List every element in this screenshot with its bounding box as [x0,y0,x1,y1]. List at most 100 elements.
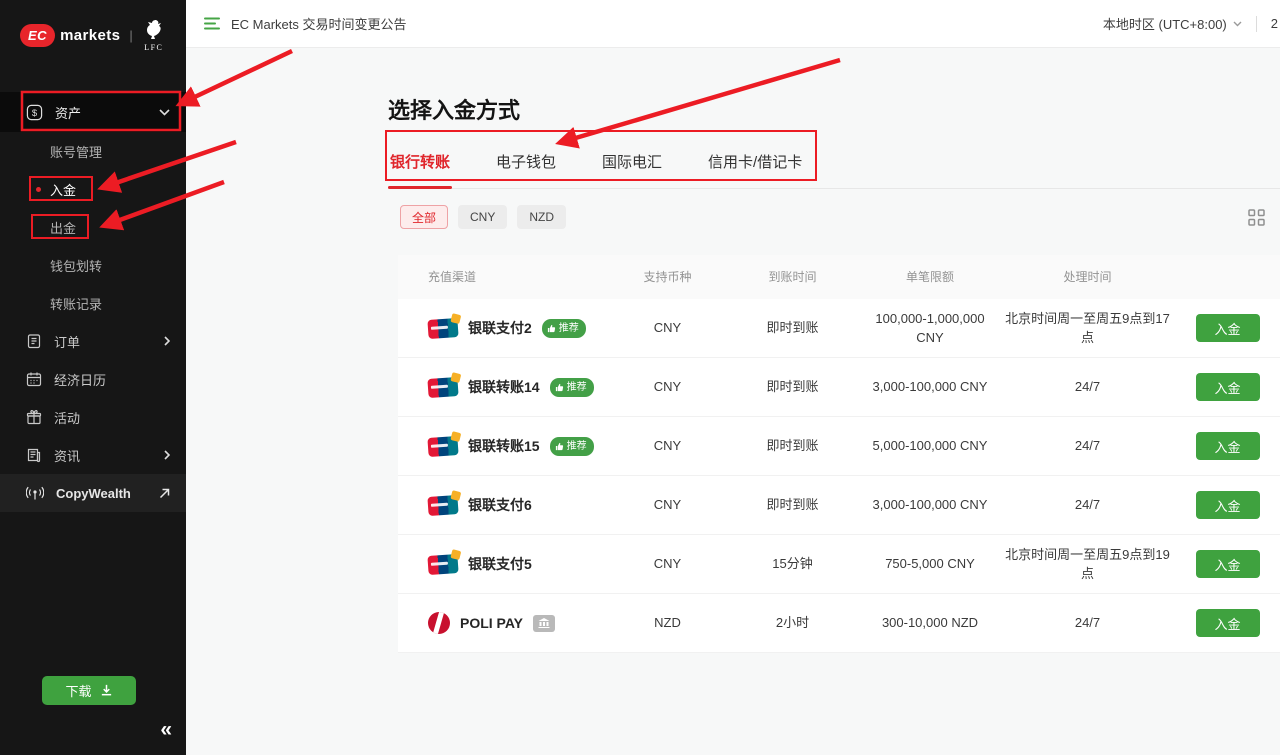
currency-cell: CNY [610,318,725,338]
currency-cell: NZD [610,613,725,633]
timezone-selector[interactable]: 本地时区 (UTC+8:00) [1103,14,1227,33]
badge-label: 推荐 [567,439,587,454]
recommended-badge: 推荐 [550,378,594,397]
sidebar-item-label: 订单 [54,332,80,351]
processing-cell: 24/7 [1000,613,1175,633]
sidebar-item-assets[interactable]: $ 资产 [0,92,186,132]
limit-cell: 5,000-100,000 CNY [860,436,1000,456]
table-row: 银联支付5 CNY 15分钟 750-5,000 CNY 北京时间周一至周五9点… [398,535,1280,594]
sidebar-item-withdraw[interactable]: 出金 [0,208,186,246]
logo-divider: | [129,28,132,43]
deposit-button[interactable]: 入金 [1196,491,1260,519]
col-header-limit: 单笔限额 [860,268,1000,286]
sidebar-item-economic-calendar[interactable]: 经济日历 [0,360,186,398]
filter-chip-all[interactable]: 全部 [400,205,448,229]
deposit-button[interactable]: 入金 [1196,373,1260,401]
news-icon [26,447,42,463]
sidebar-item-orders[interactable]: 订单 [0,322,186,360]
badge-label: 推荐 [567,380,587,395]
chevron-down-icon [1233,21,1242,27]
channel-name: 银联支付2 [468,318,532,339]
download-button-label: 下载 [65,681,91,700]
sidebar-collapse-button[interactable]: « [160,718,170,742]
announcement-link[interactable]: EC Markets 交易时间变更公告 [231,14,407,33]
arrival-cell: 即时到账 [725,495,860,515]
markets-logo-text: markets [60,27,120,44]
lfc-label: LFC [144,43,163,52]
ec-logo: EC [20,24,55,47]
deposit-button[interactable]: 入金 [1196,432,1260,460]
arrival-cell: 即时到账 [725,377,860,397]
col-header-arrival: 到账时间 [725,268,860,286]
sidebar-item-account-management[interactable]: 账号管理 [0,132,186,170]
table-row: 银联支付2 推荐 CNY 即时到账 100,000-1,000,000 CNY … [398,299,1280,358]
channel-name: 银联转账15 [468,436,540,457]
arrival-cell: 2小时 [725,613,860,633]
deposit-button[interactable]: 入金 [1196,550,1260,578]
table-row: 银联转账14 推荐 CNY 即时到账 3,000-100,000 CNY 24/… [398,358,1280,417]
recommended-badge: 推荐 [550,437,594,456]
sidebar-item-activities[interactable]: 活动 [0,398,186,436]
arrival-cell: 15分钟 [725,554,860,574]
tab-e-wallet[interactable]: 电子钱包 [494,145,558,189]
filter-chip-cny[interactable]: CNY [458,205,507,229]
sidebar-item-label: 资讯 [54,446,80,465]
sidebar-item-copywealth[interactable]: CopyWealth [0,474,186,512]
clock-text: 2 [1271,16,1280,31]
topbar-divider [1256,16,1257,32]
unionpay-icon [427,376,458,397]
svg-text:$: $ [32,107,38,118]
main-area: 选择入金方式 银行转账 电子钱包 国际电汇 信用卡/借记卡 全部 CNY NZD… [186,49,1280,755]
table-row: 银联支付6 CNY 即时到账 3,000-100,000 CNY 24/7 入金 [398,476,1280,535]
unionpay-icon [427,435,458,456]
broadcast-icon [26,485,44,501]
processing-cell: 24/7 [1000,495,1175,515]
arrival-cell: 即时到账 [725,436,860,456]
unionpay-icon [427,553,458,574]
topbar-right: 本地时区 (UTC+8:00) 2 [1103,14,1280,33]
tab-bank-transfer[interactable]: 银行转账 [388,145,452,189]
tab-credit-debit-card[interactable]: 信用卡/借记卡 [706,145,804,189]
table-row: POLI PAY NZD 2小时 300-10,000 NZD 24/7 入金 [398,594,1280,653]
clipboard-icon [26,333,42,349]
thumbs-up-icon [547,324,556,333]
arrival-cell: 即时到账 [725,318,860,338]
calendar-icon [26,371,42,387]
sidebar-item-transfer-records[interactable]: 转账记录 [0,284,186,322]
deposit-content: 选择入金方式 银行转账 电子钱包 国际电汇 信用卡/借记卡 全部 CNY NZD… [388,49,1280,653]
grid-view-icon[interactable] [1247,208,1266,227]
unionpay-icon [427,494,458,515]
limit-cell: 750-5,000 CNY [860,554,1000,574]
assets-dollar-icon: $ [26,104,43,121]
sidebar-item-label: CopyWealth [56,486,131,501]
sidebar-item-deposit[interactable]: 入金 [0,170,186,208]
filter-chip-nzd[interactable]: NZD [517,205,566,229]
table-header-row: 充值渠道 支持币种 到账时间 单笔限额 处理时间 [398,255,1280,299]
channel-name: POLI PAY [460,613,523,634]
download-icon [100,684,113,697]
poli-pay-icon [428,612,450,634]
deposit-button[interactable]: 入金 [1196,609,1260,637]
sidebar-menu: $ 资产 账号管理 入金 出金 钱包划转 转账记录 订单 [0,92,186,512]
sidebar-item-news[interactable]: 资讯 [0,436,186,474]
deposit-button[interactable]: 入金 [1196,314,1260,342]
deposit-channels-table: 充值渠道 支持币种 到账时间 单笔限额 处理时间 银联支付2 推荐 CNY [398,255,1280,653]
chevron-right-icon [164,336,170,346]
col-header-processing: 处理时间 [1000,268,1175,286]
page-title: 选择入金方式 [388,93,1280,125]
download-button[interactable]: 下载 [42,676,136,705]
sidebar-item-wallet-transfer[interactable]: 钱包划转 [0,246,186,284]
currency-cell: CNY [610,377,725,397]
channel-name: 银联支付5 [468,554,532,575]
bank-badge-icon [533,615,555,632]
sidebar-item-label: 账号管理 [50,142,102,161]
announcement-menu-icon [204,17,221,30]
limit-cell: 300-10,000 NZD [860,613,1000,633]
col-header-currency: 支持币种 [610,268,725,286]
currency-filter-row: 全部 CNY NZD [388,205,1280,229]
tab-international-wire[interactable]: 国际电汇 [600,145,664,189]
gift-icon [26,409,42,425]
processing-cell: 北京时间周一至周五9点到19点 [1000,545,1175,584]
lfc-logo: LFC [142,18,166,52]
currency-cell: CNY [610,495,725,515]
